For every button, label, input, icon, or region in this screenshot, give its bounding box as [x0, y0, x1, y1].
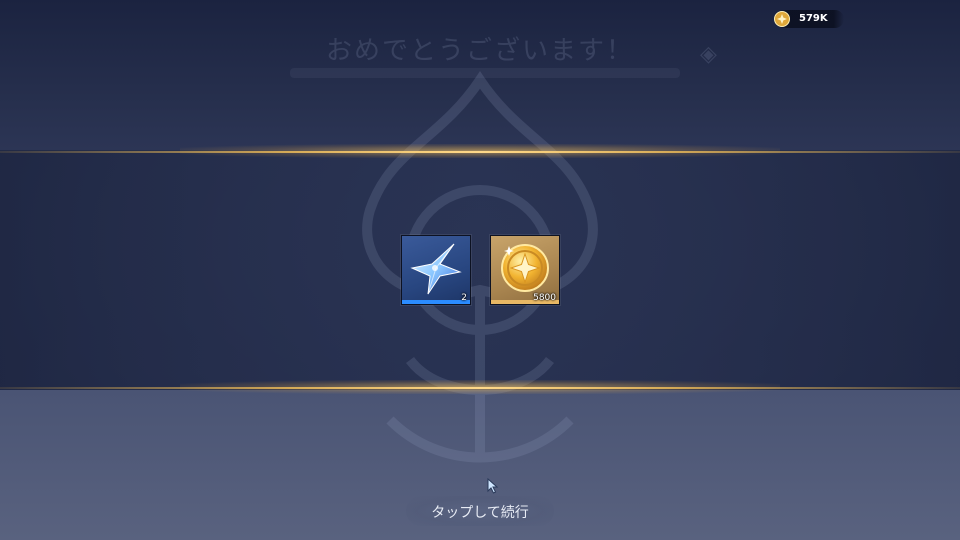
currency-value: 579K	[799, 13, 828, 24]
background-arrow-icon: ◈	[700, 42, 717, 67]
reward-item-crystal[interactable]: 2	[401, 235, 471, 305]
background-emblem-icon	[362, 70, 598, 463]
tap-to-continue-label: タップして続行	[431, 505, 529, 521]
blue-crystal-star-icon	[410, 243, 462, 295]
reward-item-coin[interactable]: 5800	[490, 235, 560, 305]
gold-coin-icon	[774, 11, 790, 27]
item-count: 2	[461, 293, 467, 303]
item-count: 5800	[533, 293, 556, 303]
tap-to-continue-button[interactable]: タップして続行	[406, 496, 554, 526]
mouse-cursor-icon	[487, 478, 499, 494]
top-gold-divider	[0, 151, 960, 153]
bottom-gold-divider	[0, 387, 960, 389]
currency-display[interactable]: 579K	[774, 10, 844, 28]
item-rarity-bar	[402, 300, 470, 304]
